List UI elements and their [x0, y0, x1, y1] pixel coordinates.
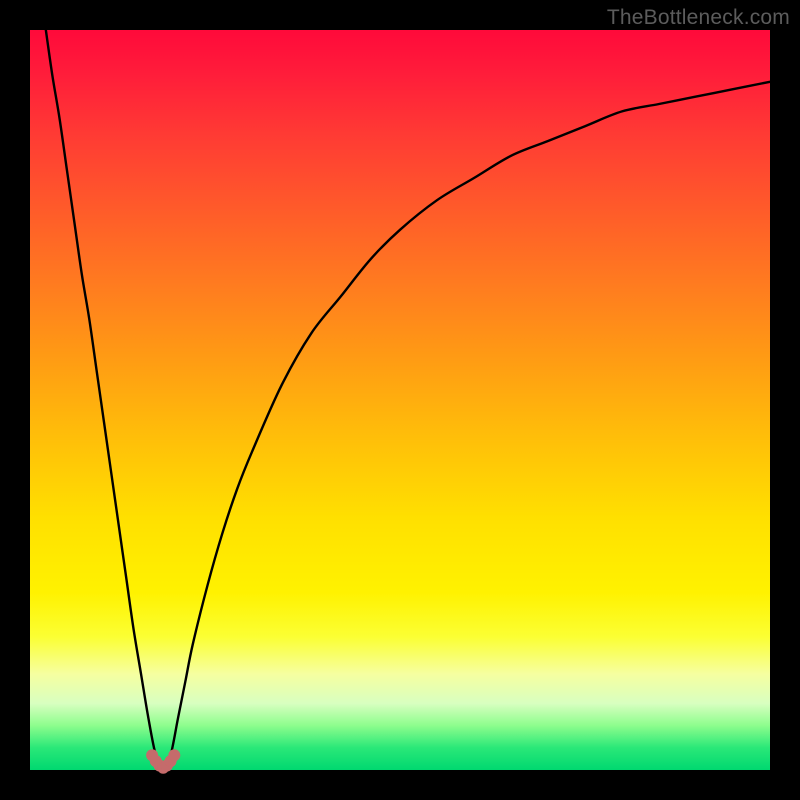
watermark-text: TheBottleneck.com — [607, 6, 790, 30]
curve-layer — [30, 30, 770, 770]
min-marker-dot — [168, 749, 180, 761]
plot-area — [30, 30, 770, 770]
bottleneck-curve — [30, 0, 770, 770]
min-marker-cluster — [146, 749, 180, 774]
chart-frame: TheBottleneck.com — [0, 0, 800, 800]
